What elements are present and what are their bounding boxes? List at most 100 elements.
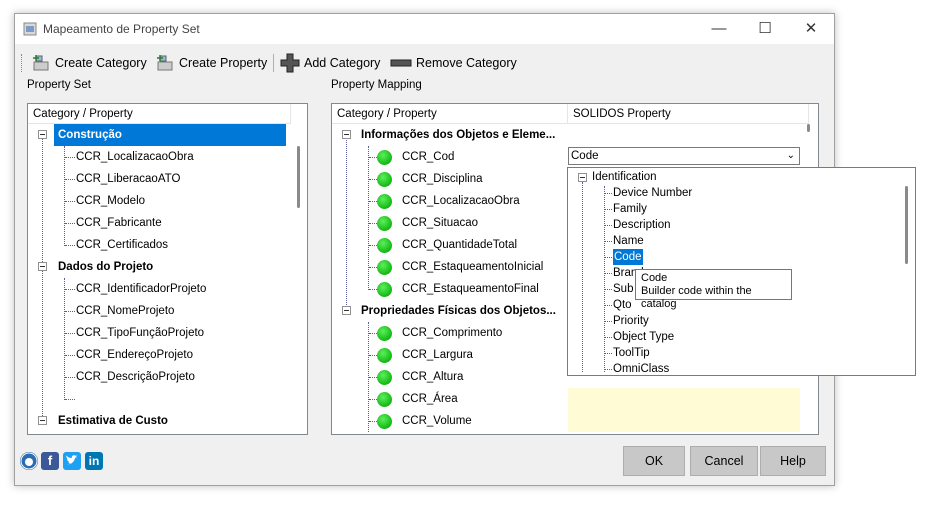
collapse-icon[interactable] xyxy=(578,173,587,182)
tree-connector xyxy=(65,201,75,202)
maximize-button[interactable]: ☐ xyxy=(742,14,788,44)
tree-connector xyxy=(369,245,377,246)
tree-connector xyxy=(604,321,612,322)
tree-item[interactable]: CCR_EndereçoProjeto xyxy=(76,344,193,366)
mapping-value-cells[interactable] xyxy=(568,388,800,432)
mapping-item[interactable]: CCR_Disciplina xyxy=(402,168,483,190)
tooltip: Code Builder code within the catalog xyxy=(635,269,792,310)
mapping-item[interactable]: CCR_EstaqueamentoFinal xyxy=(402,278,539,300)
collapse-icon[interactable] xyxy=(342,130,351,139)
create-category-button[interactable]: Create Category xyxy=(31,52,147,74)
minus-icon xyxy=(390,59,412,67)
tree-branch-line xyxy=(368,146,369,290)
property-set-scrollbar[interactable] xyxy=(297,146,300,208)
tree-item[interactable]: CCR_LiberacaoATO xyxy=(76,168,180,190)
collapse-icon[interactable] xyxy=(38,130,47,139)
tree-item[interactable]: CCR_DescriçãoProjeto xyxy=(76,366,195,388)
dropdown-item[interactable]: Description xyxy=(613,217,671,233)
linkedin-icon[interactable]: in xyxy=(85,452,103,470)
tree-item[interactable]: CCR_Modelo xyxy=(76,190,145,212)
add-category-button[interactable]: Add Category xyxy=(280,52,380,74)
dropdown-item[interactable]: Sub xyxy=(613,281,633,297)
dropdown-root[interactable]: Identification xyxy=(592,169,657,185)
tree-item[interactable]: CCR_NomeProjeto xyxy=(76,300,174,322)
solidos-property-combo[interactable]: Code ⌄ xyxy=(568,147,800,165)
property-set-tree[interactable]: Category / Property Construção CCR_Local… xyxy=(27,103,308,435)
mapping-item[interactable]: CCR_Situacao xyxy=(402,212,478,234)
mapping-header-category[interactable]: Category / Property xyxy=(332,104,567,124)
dropdown-item[interactable]: Qto xyxy=(613,297,632,313)
dropdown-scrollbar[interactable] xyxy=(905,186,908,264)
dropdown-item[interactable]: Name xyxy=(613,233,644,249)
mapping-item[interactable]: CCR_Volume xyxy=(402,410,472,432)
status-icon xyxy=(377,326,392,341)
tree-root-line xyxy=(42,137,43,422)
mapping-item[interactable]: CCR_LocalizacaoObra xyxy=(402,190,520,212)
create-property-button[interactable]: Create Property xyxy=(155,52,267,74)
chevron-down-icon[interactable]: ⌄ xyxy=(787,148,795,164)
tree-root-line xyxy=(582,182,583,372)
tree-connector xyxy=(604,353,612,354)
create-category-icon xyxy=(33,55,49,71)
dropdown-item-selected[interactable]: Code xyxy=(613,249,643,265)
dropdown-item[interactable]: Object Type xyxy=(613,329,674,345)
mapping-item[interactable]: CCR_EstaqueamentoInicial xyxy=(402,256,543,278)
website-icon[interactable] xyxy=(20,452,38,470)
mapping-scrollbar[interactable] xyxy=(807,124,810,132)
remove-category-button[interactable]: Remove Category xyxy=(390,52,517,74)
tree-item[interactable]: CCR_TipoFunçãoProjeto xyxy=(76,322,204,344)
property-set-header[interactable]: Category / Property xyxy=(28,104,290,124)
close-button[interactable]: ✕ xyxy=(788,14,834,44)
mapping-item[interactable]: CCR_Cod xyxy=(402,146,454,168)
dropdown-item[interactable]: Family xyxy=(613,201,647,217)
tree-connector xyxy=(65,333,75,334)
category-estimativa-de-custo[interactable]: Estimativa de Custo xyxy=(58,410,168,432)
tree-item[interactable]: CCR_IdentificadorProjeto xyxy=(76,278,206,300)
tree-connector xyxy=(65,355,75,356)
mapping-item[interactable]: CCR_Altura xyxy=(402,366,463,388)
tree-item[interactable]: CCR_Fabricante xyxy=(76,212,162,234)
mapping-header-solidos[interactable]: SOLIDOS Property xyxy=(568,104,808,124)
status-icon xyxy=(377,282,392,297)
ok-button[interactable]: OK xyxy=(623,446,685,476)
dropdown-item[interactable]: ToolTip xyxy=(613,345,650,361)
collapse-icon[interactable] xyxy=(342,306,351,315)
tree-connector xyxy=(604,337,612,338)
create-category-label: Create Category xyxy=(55,56,147,70)
minimize-button[interactable]: — xyxy=(696,14,742,44)
tree-item[interactable]: CCR_LocalizacaoObra xyxy=(76,146,194,168)
status-icon xyxy=(377,414,392,429)
mapping-group-propriedades[interactable]: Propriedades Físicas dos Objetos... xyxy=(361,300,556,322)
mapping-item[interactable]: CCR_Área xyxy=(402,388,458,410)
tree-connector xyxy=(369,355,377,356)
tree-item[interactable]: CCR_Certificados xyxy=(76,234,168,256)
add-category-label: Add Category xyxy=(304,56,381,70)
tree-connector xyxy=(65,157,75,158)
tree-connector xyxy=(604,257,612,258)
tree-connector xyxy=(369,267,377,268)
tree-branch-line xyxy=(604,186,605,372)
tree-branch-line xyxy=(64,278,65,400)
collapse-icon[interactable] xyxy=(38,416,47,425)
tree-connector xyxy=(65,179,75,180)
category-dados-do-projeto[interactable]: Dados do Projeto xyxy=(58,256,153,278)
collapse-icon[interactable] xyxy=(38,262,47,271)
tree-connector xyxy=(369,223,377,224)
mapping-item[interactable]: CCR_Comprimento xyxy=(402,322,502,344)
status-icon xyxy=(377,194,392,209)
tree-connector xyxy=(65,399,75,400)
twitter-icon[interactable] xyxy=(63,452,81,470)
category-construcao[interactable]: Construção xyxy=(54,124,286,146)
cancel-button[interactable]: Cancel xyxy=(690,446,758,476)
help-button[interactable]: Help xyxy=(760,446,826,476)
dropdown-item[interactable]: Device Number xyxy=(613,185,692,201)
facebook-icon[interactable]: f xyxy=(41,452,59,470)
mapping-item[interactable]: CCR_Largura xyxy=(402,344,473,366)
mapping-item[interactable]: CCR_QuantidadeTotal xyxy=(402,234,517,256)
mapping-group-informacoes[interactable]: Informações dos Objetos e Eleme... xyxy=(361,124,555,146)
toolbar-separator xyxy=(273,54,274,72)
dropdown-item[interactable]: OmniClass xyxy=(613,361,669,377)
combo-value: Code xyxy=(571,150,599,162)
tree-connector xyxy=(65,289,75,290)
dropdown-item[interactable]: Priority xyxy=(613,313,649,329)
